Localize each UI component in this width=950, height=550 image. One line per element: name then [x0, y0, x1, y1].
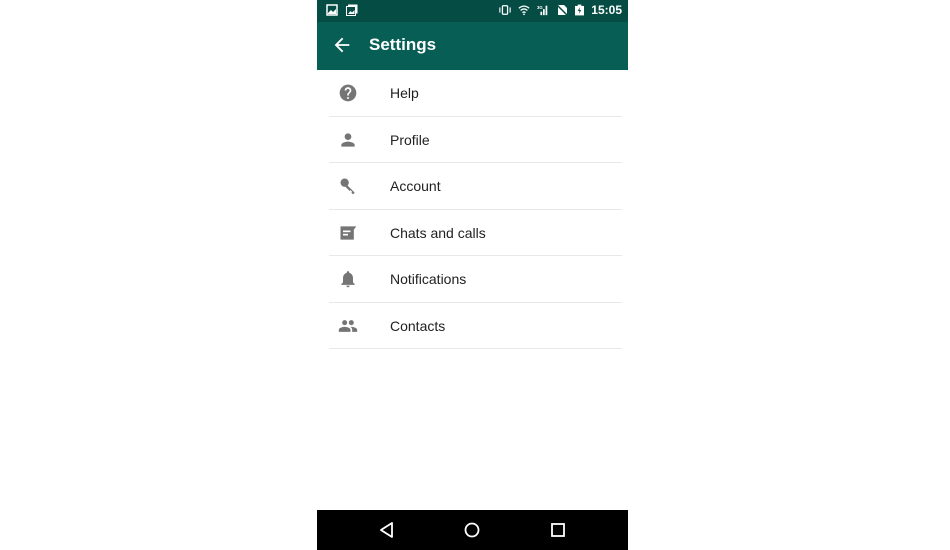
no-sim-icon — [556, 4, 569, 16]
settings-item-notifications[interactable]: Notifications — [317, 256, 628, 303]
svg-text:3G: 3G — [537, 5, 543, 10]
gallery-icon — [346, 4, 358, 16]
settings-item-label: Contacts — [390, 317, 446, 334]
vibrate-icon — [499, 5, 511, 15]
contacts-icon — [338, 319, 358, 332]
recents-icon[interactable] — [548, 520, 568, 540]
settings-item-label: Notifications — [390, 271, 467, 287]
settings-item-profile[interactable]: Profile — [317, 117, 628, 163]
settings-item-label: Account — [390, 178, 441, 194]
key-icon — [340, 178, 355, 195]
battery-charging-icon — [575, 4, 585, 16]
settings-item-help[interactable]: Help — [317, 70, 628, 117]
arrow-back-icon[interactable] — [331, 34, 353, 56]
settings-item-chats[interactable]: Chats and calls — [317, 210, 628, 256]
signal-3g-icon: 3G — [537, 5, 548, 16]
wifi-icon — [518, 5, 530, 16]
back-icon[interactable] — [377, 520, 397, 540]
page-title: Settings — [369, 35, 437, 54]
person-icon — [341, 132, 355, 147]
bell-icon — [341, 271, 355, 288]
settings-list: Help Profile Account Chats and calls Not… — [317, 70, 628, 349]
status-bar: 3G 15:05 — [317, 0, 628, 22]
divider — [329, 348, 622, 349]
help-icon — [339, 84, 357, 102]
settings-item-label: Help — [390, 85, 419, 101]
app-bar: Settings — [317, 22, 628, 70]
settings-item-account[interactable]: Account — [317, 163, 628, 210]
home-icon[interactable] — [462, 520, 482, 540]
settings-item-label: Profile — [390, 131, 430, 148]
image-icon — [326, 4, 338, 16]
navigation-bar — [317, 510, 628, 550]
settings-item-label: Chats and calls — [390, 224, 486, 241]
settings-item-contacts[interactable]: Contacts — [317, 303, 628, 349]
status-time: 15:05 — [591, 3, 622, 17]
phone-screen: 3G 15:05 Settings Help Profile Account C… — [317, 0, 628, 550]
chat-icon — [340, 225, 357, 240]
